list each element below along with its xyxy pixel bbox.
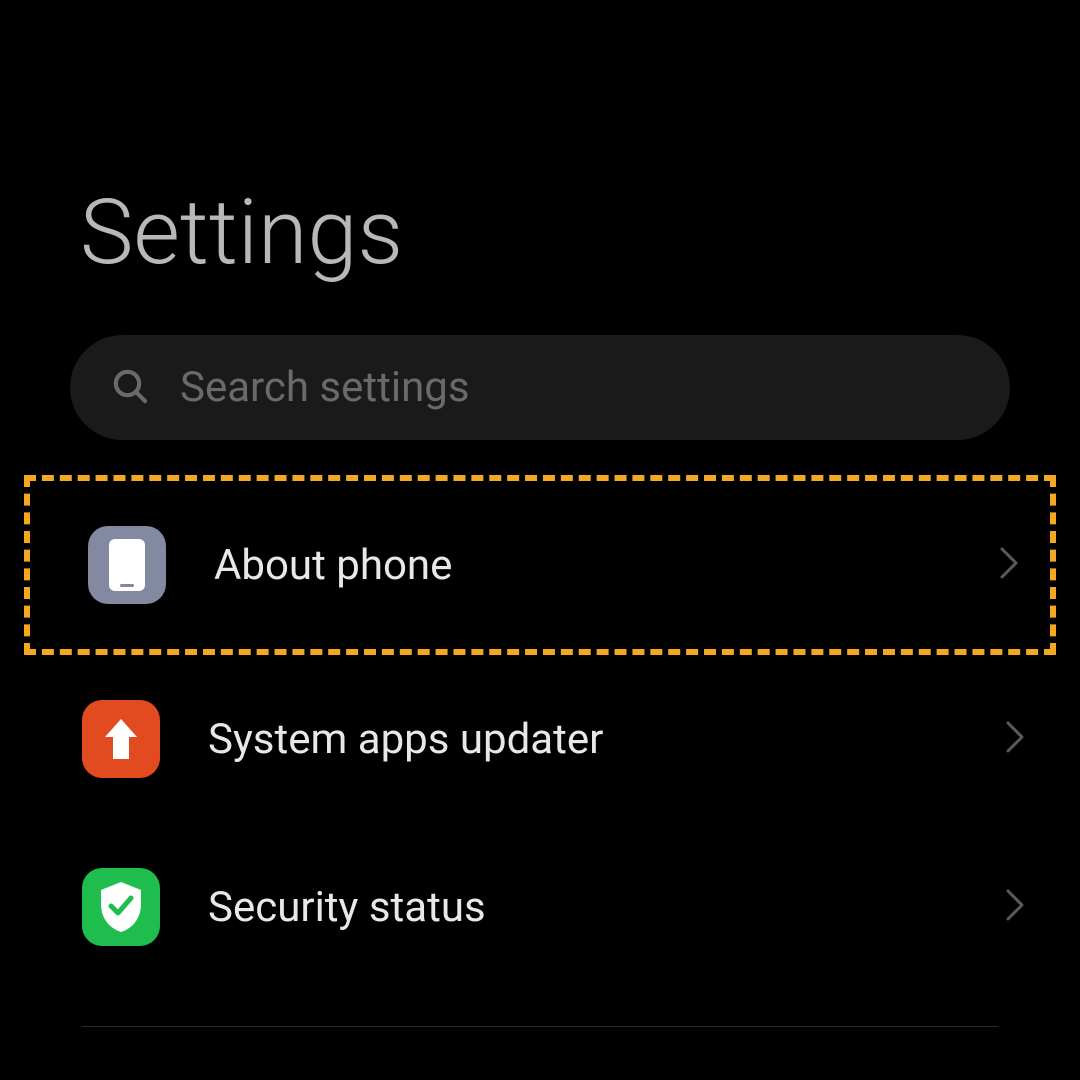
settings-item-label: Security status: [208, 883, 1005, 932]
shield-check-icon: [82, 868, 160, 946]
arrow-up-icon: [82, 700, 160, 778]
search-placeholder: Search settings: [180, 363, 470, 412]
highlight-annotation: About phone: [24, 475, 1056, 655]
settings-item-system-updater[interactable]: System apps updater: [0, 655, 1080, 823]
settings-item-label: System apps updater: [208, 715, 1005, 764]
settings-item-about-phone[interactable]: About phone: [30, 481, 1050, 649]
chevron-right-icon: [1005, 720, 1025, 758]
search-icon: [110, 366, 150, 410]
divider: [82, 1026, 998, 1027]
search-input[interactable]: Search settings: [70, 335, 1010, 440]
page-title: Settings: [0, 0, 1080, 335]
chevron-right-icon: [1005, 888, 1025, 926]
phone-icon: [88, 526, 166, 604]
settings-item-label: About phone: [214, 541, 999, 590]
settings-item-security[interactable]: Security status: [0, 823, 1080, 991]
chevron-right-icon: [999, 546, 1019, 584]
